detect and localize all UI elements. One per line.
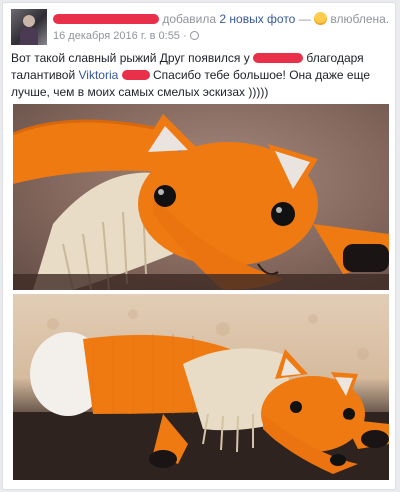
avatar-head (23, 15, 35, 27)
fox-closeup-image (13, 104, 389, 290)
fox-full-image (13, 309, 389, 480)
redacted-author-name[interactable] (53, 13, 159, 24)
post-header: добавила 2 новых фото — влюблена. (53, 12, 393, 26)
post-timestamp[interactable]: 16 декабря 2016 г. в 0:55 (53, 30, 180, 42)
feed-post: добавила 2 новых фото — влюблена. 16 дек… (2, 2, 396, 490)
post-photo-2[interactable] (13, 294, 389, 480)
redacted-name-1 (253, 52, 304, 63)
globe-icon[interactable] (189, 30, 199, 40)
header-dash: — (298, 12, 311, 26)
feeling-text: влюблена. (330, 12, 390, 26)
meta-separator: · (183, 30, 187, 42)
smiling-in-love-emoji-icon (314, 12, 328, 26)
mention-link[interactable]: Viktoria (79, 68, 119, 82)
avatar[interactable] (11, 9, 47, 45)
post-text-part1: Вот такой славный рыжий Друг появился у (11, 51, 254, 65)
redacted-name-2 (121, 69, 150, 80)
avatar-body (20, 27, 38, 45)
post-text: Вот такой славный рыжий Друг появился у … (11, 50, 395, 101)
post-meta: 16 декабря 2016 г. в 0:55 · (53, 30, 199, 42)
photos-link[interactable]: 2 новых фото (219, 12, 295, 26)
post-photo-1[interactable] (13, 104, 389, 290)
post-action-text: добавила (162, 12, 217, 26)
